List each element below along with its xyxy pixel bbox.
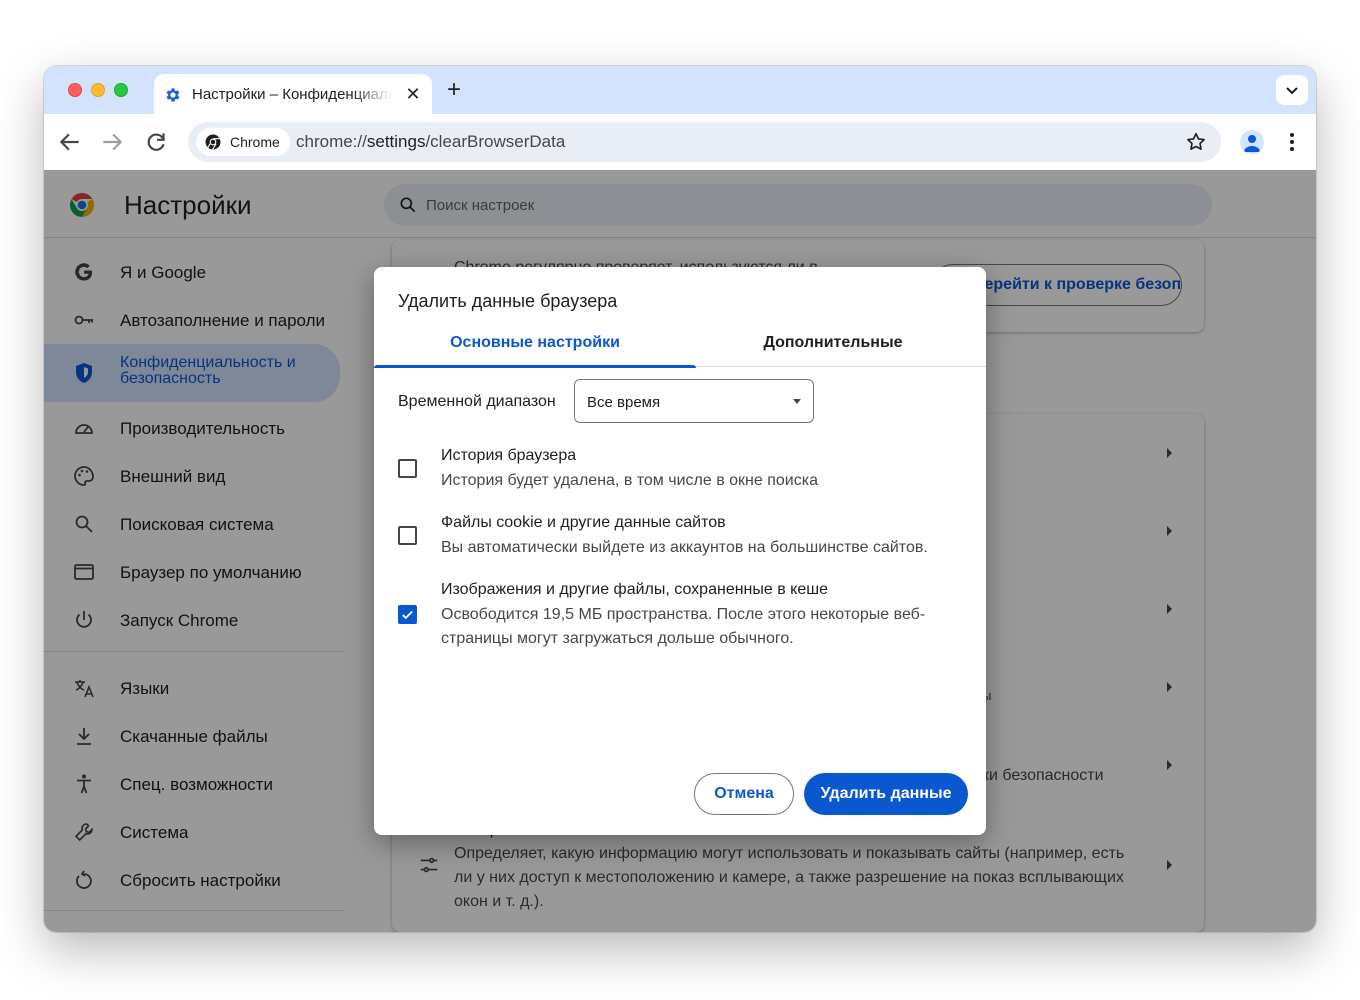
chrome-logo-icon: [205, 134, 221, 150]
close-tab-icon[interactable]: ✕: [404, 85, 422, 103]
cookies-checkbox[interactable]: [398, 526, 417, 545]
dialog-tabs: Основные настройки Дополнительные: [374, 325, 986, 368]
close-window-button[interactable]: [68, 83, 82, 97]
reload-icon[interactable]: [143, 129, 169, 155]
chrome-chip[interactable]: Chrome: [196, 128, 290, 156]
cancel-button[interactable]: Отмена: [694, 773, 794, 815]
bookmark-star-icon[interactable]: [1185, 131, 1207, 153]
url-scheme: chrome://: [296, 132, 367, 151]
option-desc: Вы автоматически выйдете из аккаунтов на…: [441, 539, 928, 556]
minimize-window-button[interactable]: [91, 83, 105, 97]
chip-label: Chrome: [230, 134, 280, 150]
dialog-title: Удалить данные браузера: [398, 291, 618, 311]
tab-basic[interactable]: Основные настройки: [374, 325, 696, 368]
history-checkbox[interactable]: [398, 459, 417, 478]
tab-search-button[interactable]: [1276, 75, 1308, 105]
chevron-down-icon: [1286, 87, 1298, 95]
cache-checkbox[interactable]: [398, 605, 417, 624]
dropdown-caret-icon: [793, 399, 801, 404]
tab-advanced[interactable]: Дополнительные: [680, 325, 986, 367]
url-path: /clearBrowserData: [425, 132, 566, 151]
profile-avatar-icon[interactable]: [1240, 130, 1264, 154]
checkmark-icon: [402, 610, 413, 620]
tab-settings[interactable]: Настройки – Конфиденциальность и безопас…: [154, 74, 432, 114]
settings-page: Настройки Поиск настроек Я и Google Авто…: [44, 170, 1316, 932]
forward-arrow-icon[interactable]: [99, 129, 125, 155]
maximize-window-button[interactable]: [114, 83, 128, 97]
more-menu-icon[interactable]: [1280, 130, 1304, 154]
back-arrow-icon[interactable]: [57, 129, 83, 155]
address-bar[interactable]: Chrome chrome://settings/clearBrowserDat…: [188, 122, 1221, 162]
delete-data-button[interactable]: Удалить данные: [804, 773, 968, 815]
option-title: Изображения и другие файлы, сохраненные …: [441, 581, 828, 598]
toolbar: Chrome chrome://settings/clearBrowserDat…: [44, 114, 1316, 170]
tab-title: Настройки – Конфиденциальность и безопас…: [192, 86, 392, 103]
gear-icon: [166, 88, 180, 102]
option-title: История браузера: [441, 447, 577, 464]
time-range-select[interactable]: Все время: [574, 379, 814, 423]
time-range-value: Все время: [587, 394, 661, 411]
new-tab-button[interactable]: +: [442, 78, 466, 103]
browser-window: Настройки – Конфиденциальность и безопас…: [44, 66, 1316, 932]
url-host: settings: [366, 132, 426, 151]
clear-browsing-data-dialog: Удалить данные браузера Основные настрой…: [374, 267, 986, 835]
tab-strip: Настройки – Конфиденциальность и безопас…: [44, 66, 1316, 114]
time-range-label: Временной диапазон: [398, 393, 556, 410]
option-desc: История будет удалена, в том числе в окн…: [441, 472, 818, 489]
option-title: Файлы cookie и другие данные сайтов: [441, 514, 726, 531]
option-desc: Освободится 19,5 МБ пространства. После …: [441, 606, 926, 647]
url-text[interactable]: chrome://settings/clearBrowserData: [296, 132, 565, 152]
